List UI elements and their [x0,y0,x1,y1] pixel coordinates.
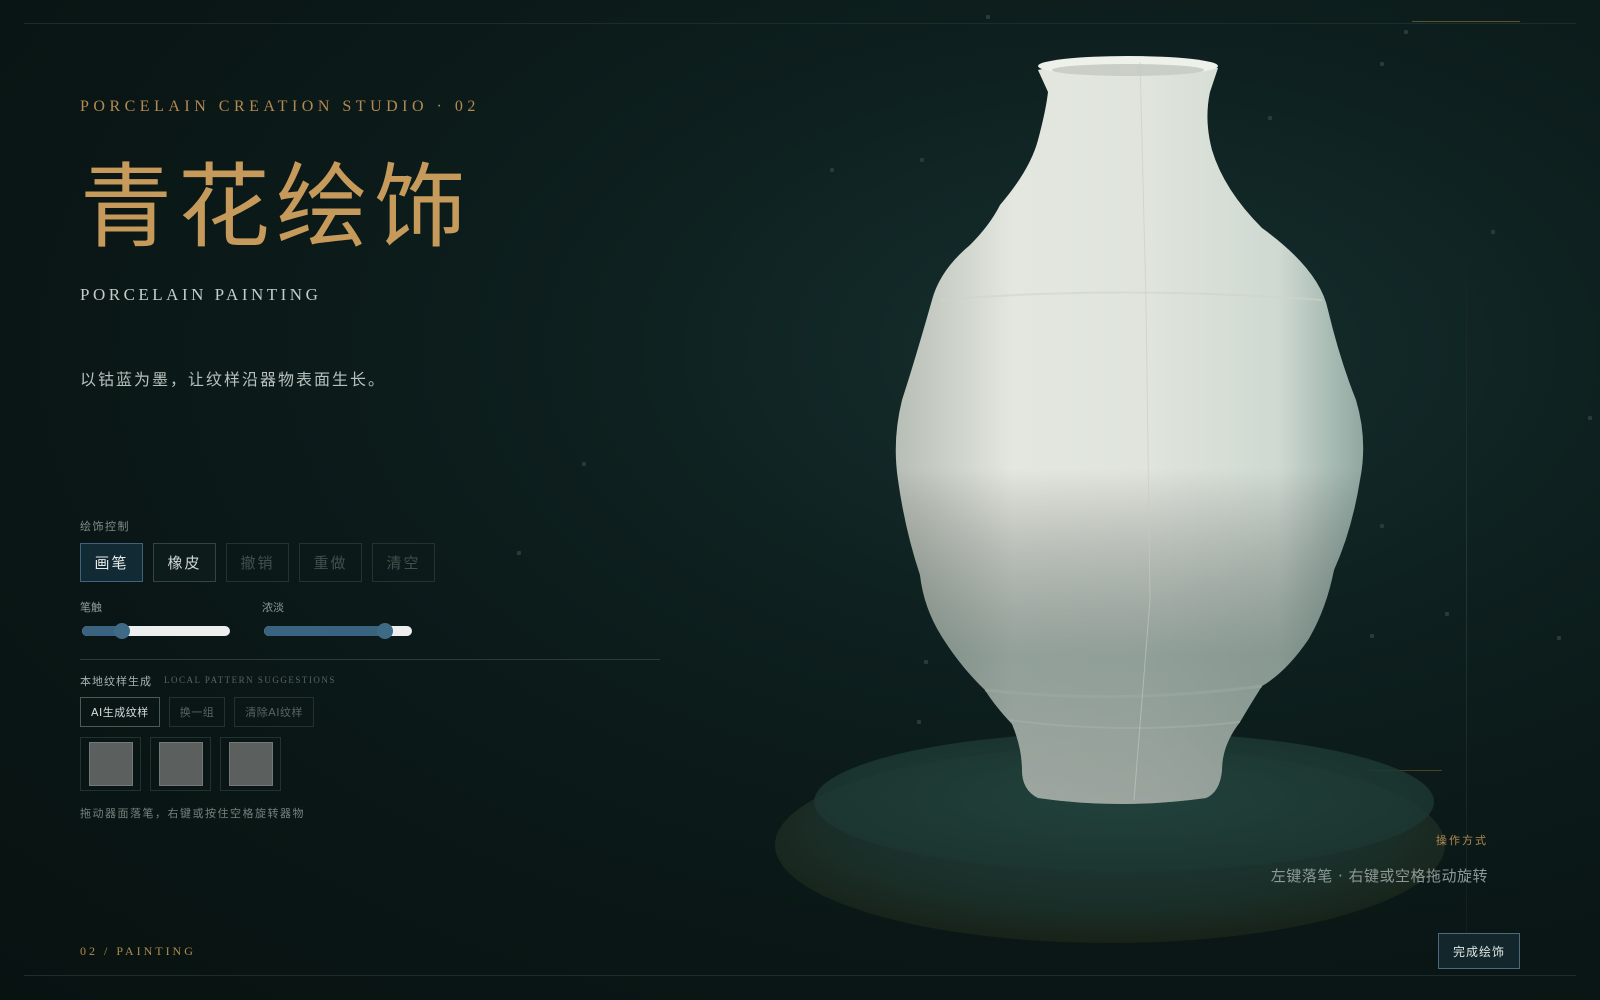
opacity-slider[interactable] [264,623,412,639]
shuffle-button[interactable]: 换一组 [168,697,226,727]
page-description: 以钴蓝为墨，让纹样沿器物表面生长。 [80,370,387,389]
vase-ridge [984,684,1263,699]
section-divider [80,659,660,660]
generator-label: 本地纹样生成 [80,675,152,688]
clear-button[interactable]: 清空 [372,543,435,582]
pattern-swatch-preview [228,742,273,786]
vase-viewport[interactable] [0,0,1600,1000]
ops-title: 操作方式 [1436,834,1488,847]
redo-button[interactable]: 重做 [299,543,362,582]
pattern-swatch[interactable] [150,737,211,791]
pattern-swatches [80,737,281,791]
generator-sublabel: LOCAL PATTERN SUGGESTIONS [164,675,336,685]
brush-size-thumb[interactable] [113,623,130,639]
clear-ai-pattern-button[interactable]: 清除AI纹样 [234,697,315,727]
frame-bottom-line [24,975,1576,976]
porcelain-vase[interactable] [895,58,1364,804]
pattern-swatch[interactable] [220,737,281,791]
pattern-swatch[interactable] [80,737,141,791]
controls-section-label: 绘饰控制 [80,520,130,533]
vase-shading [895,58,1364,804]
vase-rim [1038,56,1218,76]
opacity-thumb[interactable] [377,623,394,639]
step-indicator: 02 / PAINTING [80,944,196,958]
plinth-top [814,732,1434,872]
vase-ridge [1009,719,1241,730]
brush-size-label: 笔触 [80,601,102,614]
vase-seam [1133,61,1151,801]
vase-ridge [939,291,1323,301]
studio-eyebrow: PORCELAIN CREATION STUDIO · 02 [80,98,480,115]
tool-bar: 画笔 橡皮 撤销 重做 清空 [80,543,435,582]
finish-painting-button[interactable]: 完成绘饰 [1438,933,1520,969]
ops-instructions: 左键落笔 · 右键或空格拖动旋转 [1270,867,1488,885]
generator-actions: AI生成纹样 换一组 清除AI纹样 [80,697,315,727]
pattern-swatch-preview [88,742,133,786]
vase-mouth [1052,64,1204,76]
eraser-tool-button[interactable]: 橡皮 [153,543,216,582]
brush-tool-button[interactable]: 画笔 [80,543,143,582]
accent-line-mid [1370,770,1442,771]
ai-generate-button[interactable]: AI生成纹样 [80,697,160,727]
accent-line [1412,21,1520,22]
undo-button[interactable]: 撤销 [226,543,289,582]
opacity-label: 浓淡 [262,601,284,614]
painting-hint: 拖动器面落笔，右键或按住空格旋转器物 [80,807,305,820]
plinth-base [775,747,1445,943]
pattern-swatch-preview [158,742,203,786]
opacity-fill [264,626,386,636]
brush-size-slider[interactable] [82,623,230,639]
page-subtitle: PORCELAIN PAINTING [80,285,322,304]
frame-top-line [24,23,1576,24]
page-title: 青花绘饰 [80,154,473,261]
